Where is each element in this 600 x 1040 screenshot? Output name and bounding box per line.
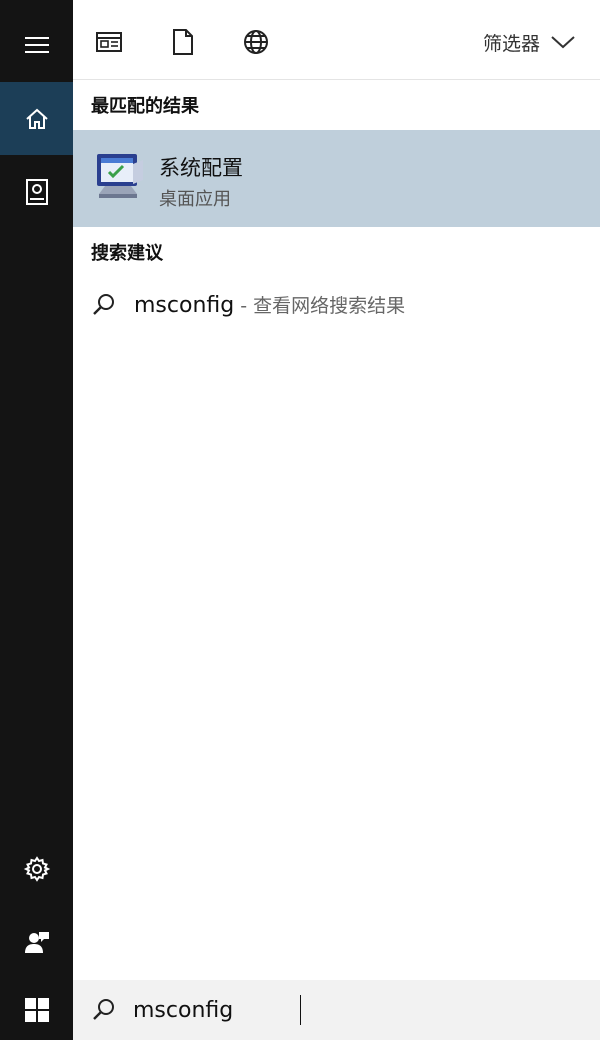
suggestion-hint: - 查看网络搜索结果 [234,295,406,317]
documents-filter-button[interactable] [167,26,199,58]
left-rail [0,0,73,1040]
user-feedback-icon [24,931,49,953]
search-bar [73,980,600,1040]
filter-label: 筛选器 [482,32,540,55]
notebook-button[interactable] [0,155,73,228]
system-config-monitor-icon [97,154,143,198]
web-suggestion-item[interactable]: msconfig - 查看网络搜索结果 [73,275,600,335]
globe-icon [244,30,268,54]
text-caret [300,995,301,1025]
search-icon [93,294,114,315]
app-subtitle: 桌面应用 [159,189,231,210]
document-icon [173,29,193,55]
search-results-panel: 筛选器 最匹配的结果 系统配置 桌面应用 搜索建议 msconfig - 查看网… [73,0,600,980]
hamburger-menu-button[interactable] [0,8,73,81]
settings-gear-icon [23,855,50,882]
web-filter-button[interactable] [240,26,272,58]
home-icon [25,108,48,129]
apps-icon [96,32,122,52]
settings-button[interactable] [0,832,73,905]
windows-start-icon [24,998,49,1022]
windows-start-button[interactable] [0,980,73,1040]
hamburger-menu-icon [24,36,49,53]
best-match-heading: 最匹配的结果 [91,96,199,117]
suggestions-heading: 搜索建议 [91,243,163,264]
start-search-window: 筛选器 最匹配的结果 系统配置 桌面应用 搜索建议 msconfig - 查看网… [0,0,600,1040]
filter-dropdown[interactable]: 筛选器 [483,26,576,58]
suggestion-text: msconfig - 查看网络搜索结果 [134,291,405,318]
search-bar-icon [93,999,114,1020]
home-button[interactable] [0,82,73,155]
suggestion-term: msconfig [134,293,235,318]
toolbar: 筛选器 [73,0,600,80]
notebook-icon [25,178,48,205]
search-input[interactable] [133,992,573,1028]
feedback-button[interactable] [0,905,73,978]
app-title: 系统配置 [159,156,243,180]
best-match-result[interactable]: 系统配置 桌面应用 [73,130,600,227]
chevron-down-icon [551,36,575,49]
apps-filter-button[interactable] [93,26,125,58]
